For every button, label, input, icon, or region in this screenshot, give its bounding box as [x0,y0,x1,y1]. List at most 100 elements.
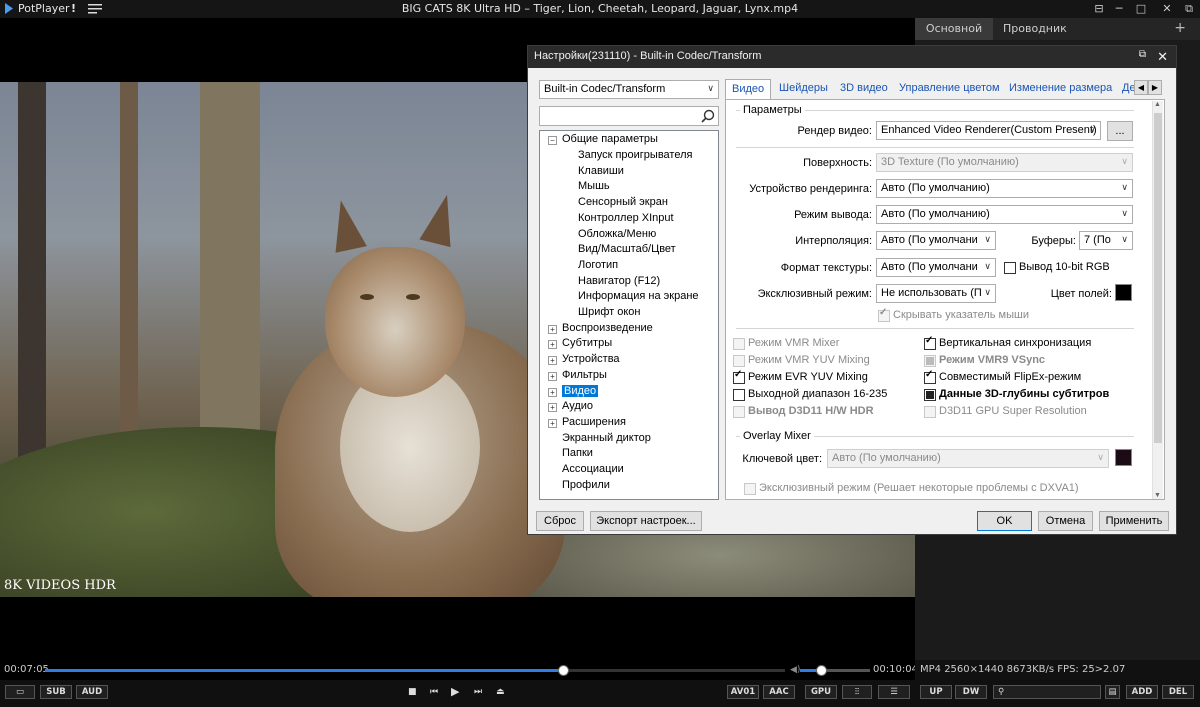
pin-window-icon[interactable]: ⊟ [1090,1,1108,17]
key-color-swatch[interactable] [1115,449,1132,466]
title-bar[interactable]: PotPlayer ! BIG CATS 8K Ultra HD – Tiger… [0,0,1200,18]
audio-button[interactable]: AUD [76,685,108,699]
tree-item-group[interactable]: Фильтры [562,369,607,381]
key-color-select[interactable]: Авто (По умолчанию) ∨ [827,449,1109,468]
tree-item-general-child[interactable]: Логотип [578,259,618,271]
tree-item-general[interactable]: Общие параметры [562,133,658,145]
delete-button[interactable]: DEL [1162,685,1194,699]
reset-button[interactable]: Сброс [536,511,584,531]
playlist-toggle-button[interactable]: ☰ [878,685,910,699]
add-button[interactable]: ADD [1126,685,1158,699]
eject-icon[interactable]: ⏏ [496,685,505,699]
dialog-close-icon[interactable]: ✕ [1157,49,1168,65]
surface-select[interactable]: 3D Texture (По умолчанию) ∨ [876,153,1133,172]
renderer-options-button[interactable]: ... [1107,121,1133,141]
restore-icon[interactable]: ⧉ [1139,49,1146,60]
next-icon[interactable]: ⏭ [474,685,482,699]
expand-icon[interactable]: + [548,356,557,366]
interpolation-select[interactable]: Авто (По умолчани ∨ [876,231,996,250]
seek-handle[interactable] [558,665,569,676]
renderer-option-checkbox[interactable]: Вывод D3D11 H/W HDR [733,405,874,418]
expand-icon[interactable]: + [548,418,557,428]
move-down-button[interactable]: DW [955,685,987,699]
audio-codec-button[interactable]: AAC [763,685,795,699]
volume-handle[interactable] [816,665,827,676]
tree-item-general-child[interactable]: Шрифт окон [578,306,641,318]
expand-icon[interactable]: + [548,403,557,413]
scroll-down-icon[interactable]: ▼ [1154,492,1161,499]
menu-icon[interactable] [88,4,102,14]
texture-format-select[interactable]: Авто (По умолчани ∨ [876,258,996,277]
renderer-option-checkbox[interactable]: Выходной диапазон 16-235 [733,388,887,401]
hide-pointer-checkbox[interactable]: Скрывать указатель мыши [878,307,1029,322]
stop-icon[interactable]: ■ [408,685,417,699]
tree-item-general-child[interactable]: Вид/Масштаб/Цвет [578,243,676,255]
tab-3d-video[interactable]: 3D видео [840,82,888,94]
play-icon[interactable]: ▶ [451,685,459,699]
renderer-option-checkbox[interactable]: Данные 3D-глубины субтитров [924,388,1109,401]
tab-explorer[interactable]: Проводник [1003,22,1067,35]
app-name[interactable]: PotPlayer [18,2,70,15]
gpu-button[interactable]: GPU [805,685,837,699]
apply-button[interactable]: Применить [1099,511,1169,531]
export-settings-button[interactable]: Экспорт настроек... [590,511,702,531]
renderer-option-checkbox[interactable]: Режим VMR YUV Mixing [733,354,870,367]
tree-item-general-child[interactable]: Клавиши [578,165,624,177]
tree-item-general-child[interactable]: Обложка/Меню [578,228,656,240]
tree-item-group[interactable]: Субтитры [562,337,612,349]
tree-item-group[interactable]: Видео [562,384,599,397]
tree-item-general-child[interactable]: Мышь [578,180,610,192]
close-button[interactable]: ✕ [1158,1,1176,17]
tree-item-group[interactable]: Расширения [562,416,626,428]
tree-item-leaf[interactable]: Экранный диктор [562,432,651,444]
tree-item-general-child[interactable]: Информация на экране [578,290,699,302]
expand-icon[interactable]: + [548,371,557,381]
renderer-option-checkbox[interactable]: D3D11 GPU Super Resolution [924,405,1087,418]
search-input[interactable]: ⚲ [993,685,1101,699]
collapse-icon[interactable]: − [548,136,557,145]
seek-bar[interactable] [45,665,785,676]
tree-item-leaf[interactable]: Ассоциации [562,463,624,475]
tree-item-group[interactable]: Воспроизведение [562,322,653,334]
content-scrollbar[interactable]: ▲ ▼ [1152,101,1163,499]
equalizer-button[interactable]: ⫶⫶ [842,685,872,699]
tab-main[interactable]: Основной [915,18,993,40]
tree-item-general-child[interactable]: Сенсорный экран [578,196,668,208]
volume-slider[interactable] [800,665,870,676]
minimize-button[interactable]: ─ [1110,1,1128,17]
overlay-exclusive-checkbox[interactable]: Эксклюзивный режим (Решает некоторые про… [744,482,1079,495]
tab-color-management[interactable]: Управление цветом [899,82,1000,94]
tree-item-general-child[interactable]: Контроллер XInput [578,212,674,224]
search-icon[interactable] [701,109,715,123]
scroll-thumb[interactable] [1154,113,1162,443]
previous-icon[interactable]: ⏮ [430,685,438,699]
scroll-up-icon[interactable]: ▲ [1154,101,1161,108]
subtitle-button[interactable]: SUB [40,685,72,699]
category-select[interactable]: Built-in Codec/Transform ∨ [539,80,719,99]
expand-icon[interactable]: + [548,324,557,334]
expand-icon[interactable]: + [548,387,557,397]
tab-resize[interactable]: Изменение размера [1009,82,1112,94]
pin-icon[interactable]: ! [71,2,76,15]
dialog-title-bar[interactable]: Настройки(231110) - Built-in Codec/Trans… [528,46,1176,68]
settings-search-input[interactable] [539,106,719,126]
renderer-option-checkbox[interactable]: Вертикальная синхронизация [924,335,1091,350]
tree-item-general-child[interactable]: Запуск проигрывателя [578,149,692,161]
tree-item-group[interactable]: Устройства [562,353,620,365]
tab-scroll-right-icon[interactable]: ▶ [1148,80,1162,95]
play-logo-icon[interactable] [4,2,14,15]
renderer-option-checkbox[interactable]: Режим EVR YUV Mixing [733,369,868,384]
output-10bit-checkbox[interactable]: Вывод 10-bit RGB [1004,261,1110,274]
buffers-select[interactable]: 7 (По ∨ [1079,231,1133,250]
renderer-option-checkbox[interactable]: Совместимый FlipEx-режим [924,369,1081,384]
screen-mode-button[interactable]: ▭ [5,685,35,699]
ok-button[interactable]: OK [977,511,1032,531]
tree-item-general-child[interactable]: Навигатор (F12) [578,275,660,287]
video-codec-button[interactable]: AV01 [727,685,759,699]
tab-shaders[interactable]: Шейдеры [779,82,828,94]
settings-tree[interactable]: − Общие параметры Запуск проигрывателя Кл… [539,130,719,500]
video-renderer-select[interactable]: Enhanced Video Renderer(Custom Present) ∨ [876,121,1101,140]
tree-item-leaf[interactable]: Папки [562,447,593,459]
tab-video[interactable]: Видео [725,79,772,100]
renderer-option-checkbox[interactable]: Режим VMR Mixer [733,337,839,350]
